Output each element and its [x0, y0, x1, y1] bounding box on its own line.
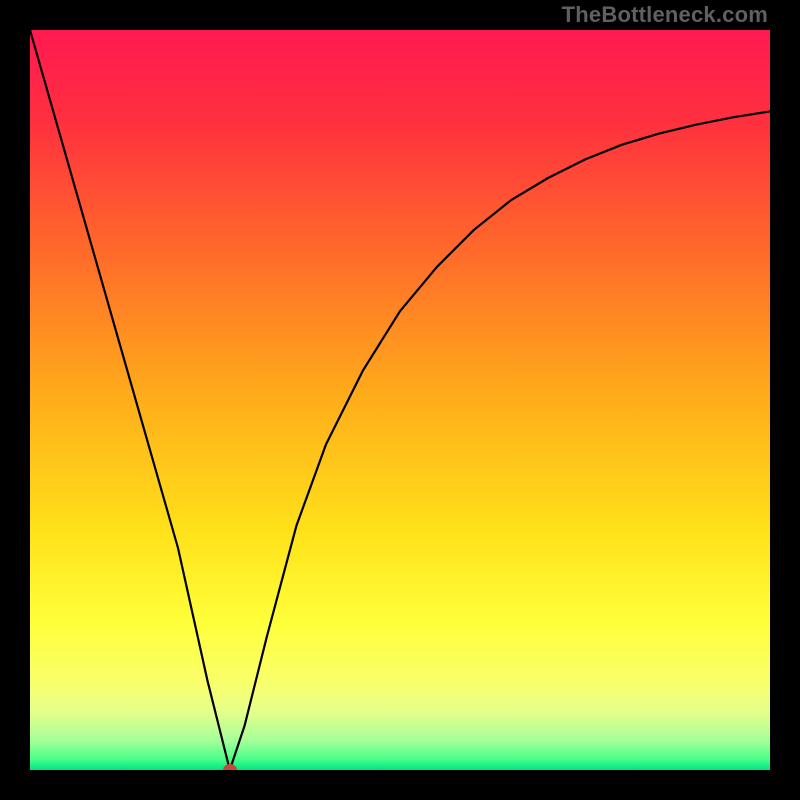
minimum-marker: [223, 764, 237, 770]
chart-container: TheBottleneck.com: [0, 0, 800, 800]
bottleneck-curve: [30, 30, 770, 770]
plot-area: [30, 30, 770, 770]
watermark-text: TheBottleneck.com: [562, 2, 768, 28]
